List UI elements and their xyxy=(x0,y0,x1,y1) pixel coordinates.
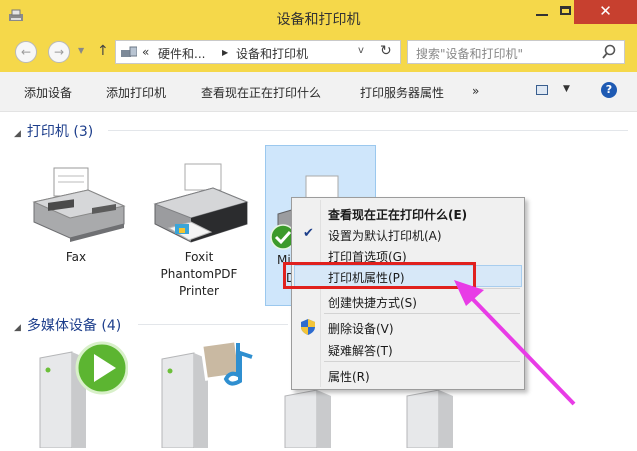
menu-item-set-default[interactable]: ✔ 设置为默认打印机(A) xyxy=(294,223,522,245)
title-bar: 设备和打印机 ✕ xyxy=(0,0,637,34)
view-options-icon[interactable] xyxy=(536,85,548,95)
uac-shield-icon xyxy=(301,319,315,335)
media-device-icon xyxy=(284,389,331,449)
media-device-2[interactable] xyxy=(160,335,260,449)
device-foxit-phantompdf-printer[interactable]: Foxit PhantomPDF Printer xyxy=(143,162,255,300)
fax-label: Fax xyxy=(65,250,87,264)
collapse-arrow-icon[interactable]: ◢ xyxy=(14,323,21,333)
media-library-icon xyxy=(161,339,253,449)
view-dropdown-icon[interactable]: ▼ xyxy=(563,84,570,94)
media-device-1[interactable] xyxy=(38,338,129,449)
foxit-label-line1: Foxit xyxy=(184,250,214,264)
foxit-label-line3: Printer xyxy=(179,284,219,298)
group-divider xyxy=(108,130,628,131)
address-row: ← → ▼ ↑ « 硬件和... ▶ 设备和打印机 v ↻ 搜索"设备和打印机" xyxy=(0,34,637,72)
breadcrumb-devices-printers[interactable]: 设备和打印机 xyxy=(236,45,308,62)
close-icon: ✕ xyxy=(599,2,612,20)
printer-icon xyxy=(153,163,249,243)
forward-button[interactable]: → xyxy=(48,41,70,63)
media-server-icon xyxy=(39,341,129,449)
printers-group-header[interactable]: ◢ 打印机 (3) xyxy=(14,121,93,141)
search-placeholder: 搜索"设备和打印机" xyxy=(416,47,524,61)
add-printer-button[interactable]: 添加打印机 xyxy=(106,84,166,101)
menu-item-label: 疑难解答(T) xyxy=(328,344,393,358)
collapse-arrow-icon[interactable]: ◢ xyxy=(14,129,21,139)
media-group-label: 多媒体设备 (4) xyxy=(26,318,122,334)
toolbar-overflow-icon[interactable]: » xyxy=(472,84,479,98)
search-icon[interactable] xyxy=(602,44,616,60)
up-button[interactable]: ↑ xyxy=(97,43,109,59)
recent-locations-icon[interactable]: ▼ xyxy=(78,46,84,55)
device-fax[interactable]: Fax xyxy=(20,162,132,266)
printers-group-label: 打印机 (3) xyxy=(26,124,94,140)
refresh-icon[interactable]: ↻ xyxy=(380,43,392,59)
address-overflow-icon[interactable]: « xyxy=(142,45,149,59)
menu-item-label: 属性(R) xyxy=(328,370,370,384)
menu-item-label: 设置为默认打印机(A) xyxy=(328,229,442,243)
pointer-arrow-annotation xyxy=(454,280,576,406)
close-button[interactable]: ✕ xyxy=(574,0,637,24)
back-button[interactable]: ← xyxy=(15,41,37,63)
foxit-label-line2: PhantomPDF xyxy=(160,267,238,281)
menu-item-label: 创建快捷方式(S) xyxy=(328,296,417,310)
breadcrumb-hardware[interactable]: 硬件和... xyxy=(158,45,205,62)
address-dropdown-icon[interactable]: v xyxy=(358,45,364,56)
group-divider xyxy=(138,324,288,325)
media-device-3[interactable] xyxy=(283,389,343,449)
menu-item-see-whats-printing[interactable]: 查看现在正在打印什么(E) xyxy=(294,202,522,224)
command-bar: 添加设备 添加打印机 查看现在正在打印什么 打印服务器属性 » ▼ ? xyxy=(0,72,637,112)
menu-item-label: 查看现在正在打印什么(E) xyxy=(328,208,468,222)
fax-icon xyxy=(32,167,126,242)
see-whats-printing-button[interactable]: 查看现在正在打印什么 xyxy=(201,84,321,101)
menu-item-label: 删除设备(V) xyxy=(328,322,394,336)
print-server-properties-button[interactable]: 打印服务器属性 xyxy=(360,84,444,101)
breadcrumb-separator-icon: ▶ xyxy=(222,48,229,57)
add-device-button[interactable]: 添加设备 xyxy=(24,84,72,101)
media-group-header[interactable]: ◢ 多媒体设备 (4) xyxy=(14,315,121,335)
devices-folder-icon xyxy=(121,46,137,57)
maximize-icon xyxy=(560,6,571,15)
checkmark-icon: ✔ xyxy=(303,226,314,241)
address-bar[interactable]: « 硬件和... ▶ 设备和打印机 v ↻ xyxy=(115,40,401,64)
help-icon[interactable]: ? xyxy=(601,82,617,98)
search-input[interactable]: 搜索"设备和打印机" xyxy=(407,40,625,64)
